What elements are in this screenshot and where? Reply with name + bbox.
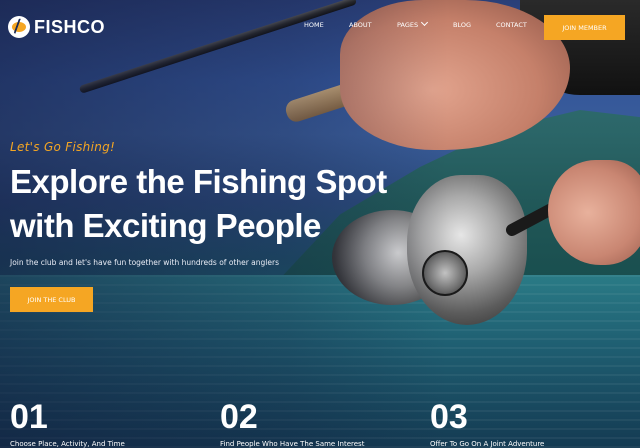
nav-contact[interactable]: CONTACT bbox=[496, 21, 527, 29]
feature-number: 01 bbox=[10, 398, 48, 436]
feature-item: 02 Find People Who Have The Same Interes… bbox=[220, 398, 364, 448]
feature-number: 03 bbox=[430, 398, 468, 436]
nav-home[interactable]: HOME bbox=[304, 21, 324, 29]
chevron-down-icon bbox=[421, 18, 429, 27]
nav-pages[interactable]: PAGES bbox=[397, 18, 429, 29]
brand-name: FISHCO bbox=[34, 16, 106, 37]
hero-headline-line2: with Exciting People bbox=[10, 207, 321, 244]
join-member-button[interactable]: JOIN MEMBER bbox=[544, 15, 625, 40]
hero-headline-line1: Explore the Fishing Spot bbox=[10, 163, 387, 200]
feature-item: 01 Choose Place, Activity, And Time bbox=[10, 398, 125, 448]
brand-logo[interactable]: FISHCO bbox=[8, 16, 105, 38]
hero-page: FISHCO HOME ABOUT PAGES BLOG CONTACT JOI… bbox=[0, 0, 640, 448]
hero-eyebrow: Let's Go Fishing! bbox=[10, 140, 116, 154]
nav-about[interactable]: ABOUT bbox=[349, 21, 372, 29]
feature-item: 03 Offer To Go On A Joint Adventure bbox=[430, 398, 544, 448]
join-club-button[interactable]: JOIN THE CLUB bbox=[10, 287, 93, 312]
hero-subtitle: Join the club and let's have fun togethe… bbox=[10, 258, 279, 267]
feature-title: Offer To Go On A Joint Adventure bbox=[430, 440, 545, 448]
nav-blog[interactable]: BLOG bbox=[453, 21, 471, 29]
feature-number: 02 bbox=[220, 398, 258, 436]
nav-pages-label: PAGES bbox=[397, 21, 419, 29]
fish-logo-icon bbox=[8, 16, 30, 38]
feature-title: Find People Who Have The Same Interest bbox=[220, 440, 365, 448]
feature-title: Choose Place, Activity, And Time bbox=[10, 440, 125, 448]
hero-headline: Explore the Fishing Spot with Exciting P… bbox=[10, 160, 387, 248]
